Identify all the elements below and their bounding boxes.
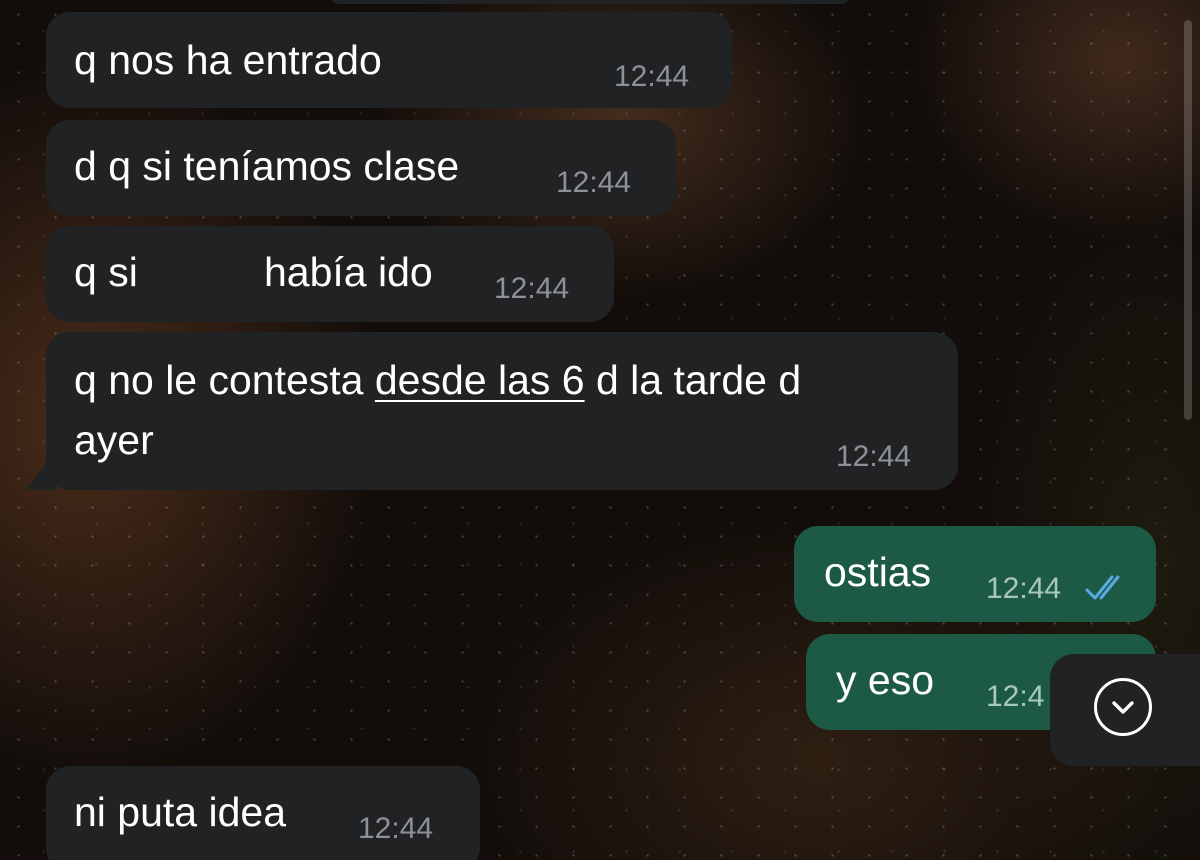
scrollbar[interactable] [1184, 20, 1192, 420]
message-bubble-incoming[interactable]: d q si teníamos clase 12:44 [46, 120, 676, 216]
chevron-down-circle-icon [1094, 678, 1152, 736]
scroll-to-bottom-button[interactable] [1050, 654, 1200, 766]
message-text-line1: q no le contesta desde las 6 d la tarde … [74, 350, 801, 410]
message-time: 12:44 [986, 572, 1062, 605]
message-bubble-incoming[interactable]: ni puta idea 12:44 [46, 766, 480, 860]
message-text: d la tarde d [584, 357, 802, 403]
double-check-icon [1085, 575, 1120, 600]
message-text: había ido [264, 249, 433, 295]
message-bubble-incoming[interactable]: q no le contesta desde las 6 d la tarde … [46, 332, 958, 490]
message-bubble-incoming[interactable]: q nos ha entrado 12:44 [46, 12, 732, 108]
message-time: 12:44 [358, 812, 434, 845]
previous-message-bubble[interactable] [330, 0, 850, 4]
message-time: 12:44 [556, 166, 632, 199]
message-text: ni puta idea [74, 789, 287, 835]
message-text: d q si teníamos clase [74, 143, 460, 189]
message-time: 12:44 [836, 440, 912, 473]
message-time: 12:44 [614, 60, 690, 93]
message-text: ostias [824, 549, 932, 595]
message-bubble-incoming[interactable]: q si había ido 12:44 [46, 226, 614, 322]
detected-time-link[interactable]: desde las 6 [375, 357, 585, 403]
message-text: q nos ha entrado [74, 37, 382, 83]
message-text: q no le contesta [74, 357, 375, 403]
message-time: 12:4 [986, 680, 1045, 713]
message-text: q si [74, 249, 138, 295]
chat-background: q nos ha entrado 12:44 d q si teníamos c… [0, 0, 1200, 860]
message-bubble-outgoing[interactable]: ostias 12:44 [794, 526, 1156, 622]
message-text: y eso [836, 657, 934, 703]
message-time: 12:44 [494, 272, 570, 305]
message-text-line2: ayer [74, 417, 154, 463]
